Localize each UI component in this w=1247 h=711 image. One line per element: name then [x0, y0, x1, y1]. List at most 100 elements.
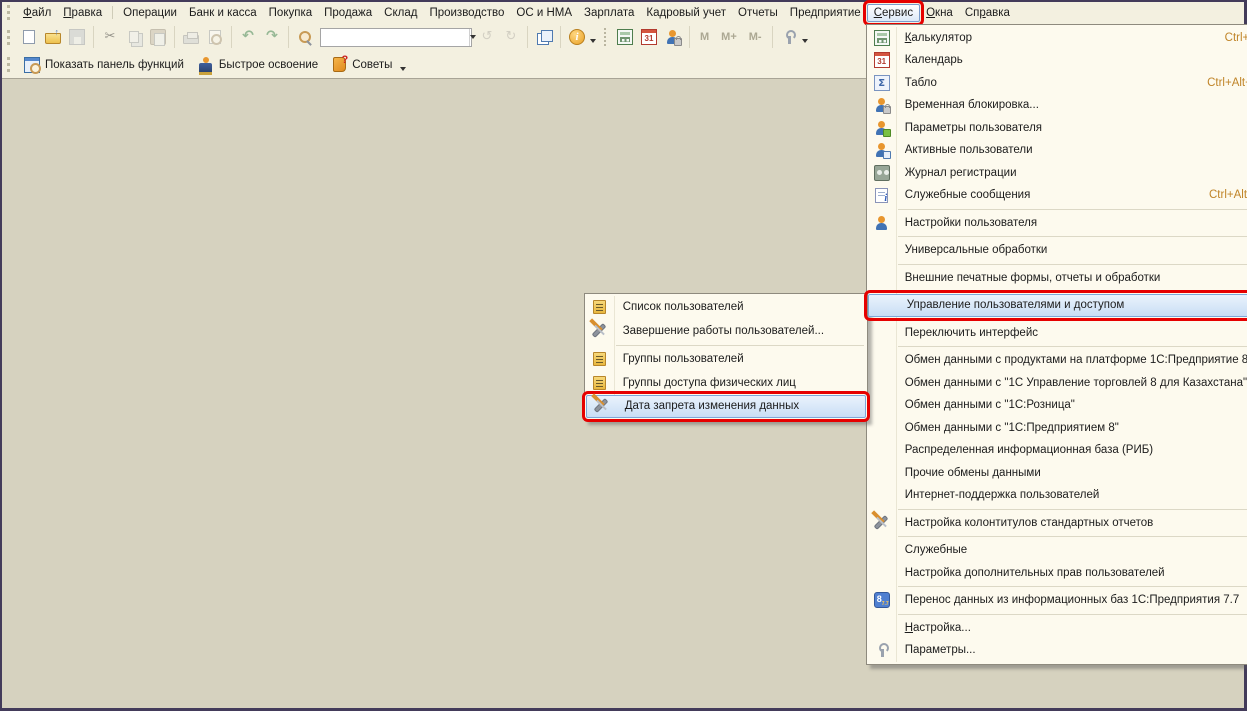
toolbar-overflow-chevron-icon[interactable] — [400, 67, 406, 71]
quick-start-button[interactable]: Быстрое освоение — [191, 55, 325, 75]
menu-item-exchange-82[interactable]: Обмен данными с продуктами на платформе … — [867, 349, 1247, 372]
memory-subtract-button[interactable]: M- — [743, 31, 768, 43]
menubar-item-file[interactable]: Файл — [17, 5, 57, 21]
nav-forward-button[interactable]: ↻ — [499, 26, 523, 48]
submenu-item-data-change-prohibition-date[interactable]: Дата запрета изменения данных — [586, 395, 866, 419]
toolbar-separator — [174, 26, 175, 48]
tools-icon — [594, 398, 610, 414]
print-preview-button[interactable] — [203, 26, 227, 48]
menu-item-service-messages[interactable]: Служебные сообщения Ctrl+Alt+O — [867, 184, 1247, 207]
calculator-icon — [617, 29, 633, 45]
menu-item-internet-support[interactable]: Интернет-поддержка пользователей — [867, 484, 1247, 507]
cut-icon: ✂ — [102, 29, 118, 45]
menu-item-customize[interactable]: Настройка... — [867, 617, 1247, 640]
toolbar-grip[interactable] — [7, 5, 12, 20]
search-combobox — [320, 28, 472, 47]
windows-list-button[interactable] — [532, 26, 556, 48]
redo-button[interactable]: ↷ — [260, 26, 284, 48]
submenu-item-user-list[interactable]: Список пользователей — [585, 296, 867, 320]
calendar-icon — [641, 29, 657, 45]
toolbar-grip[interactable] — [604, 28, 608, 46]
chevron-down-icon[interactable] — [802, 39, 808, 43]
menu-item-distributed-base[interactable]: Распределенная информационная база (РИБ) — [867, 439, 1247, 462]
menubar-item-fixed-assets[interactable]: ОС и НМА — [510, 5, 578, 21]
calendar-icon — [874, 52, 890, 68]
toolbar-grip[interactable] — [7, 30, 12, 45]
menu-item-user-parameters[interactable]: Параметры пользователя — [867, 117, 1247, 140]
memory-recall-button[interactable]: M — [694, 31, 715, 43]
print-button[interactable] — [179, 26, 203, 48]
menubar-item-purchase[interactable]: Покупка — [263, 5, 318, 21]
menu-item-universal-processors[interactable]: Универсальные обработки — [867, 239, 1247, 262]
menubar-item-edit[interactable]: Правка — [57, 5, 108, 21]
menubar-item-hr[interactable]: Кадровый учет — [640, 5, 732, 21]
submenu-item-person-access-groups[interactable]: Группы доступа физических лиц — [585, 371, 867, 395]
menu-item-temp-lock[interactable]: Временная блокировка... — [867, 94, 1247, 117]
menu-item-external-forms[interactable]: Внешние печатные формы, отчеты и обработ… — [867, 267, 1247, 290]
menu-item-user-access-management[interactable]: Управление пользователями и доступом — [868, 294, 1247, 317]
menubar-item-warehouse[interactable]: Склад — [378, 5, 423, 21]
menu-separator — [898, 509, 1247, 510]
submenu-item-user-groups[interactable]: Группы пользователей — [585, 348, 867, 372]
search-input[interactable] — [321, 30, 469, 45]
options-button[interactable] — [777, 26, 801, 48]
menu-item-other-exchanges[interactable]: Прочие обмены данными — [867, 462, 1247, 485]
menu-separator — [898, 346, 1247, 347]
chevron-down-icon[interactable] — [590, 39, 596, 43]
toolbar-separator — [527, 26, 528, 48]
nav-back-button[interactable]: ↺ — [475, 26, 499, 48]
menu-item-calendar[interactable]: Календарь — [867, 49, 1247, 72]
menubar-item-operations[interactable]: Операции — [117, 5, 183, 21]
menubar-item-help[interactable]: Справка — [959, 5, 1016, 21]
find-button[interactable] — [293, 26, 317, 48]
menubar-item-service[interactable]: Сервис Калькулятор Ctrl+F2 Календарь Т — [867, 4, 920, 22]
show-function-panel-button[interactable]: Показать панель функций — [17, 55, 191, 75]
user-lock-icon — [874, 97, 890, 113]
menubar-item-windows[interactable]: Окна — [920, 5, 959, 21]
save-button[interactable] — [65, 26, 89, 48]
menu-item-transfer-77[interactable]: Перенос данных из информационных баз 1С:… — [867, 589, 1247, 612]
menu-item-exchange-enterprise8[interactable]: Обмен данными с "1С:Предприятием 8" — [867, 417, 1247, 440]
submenu-item-terminate-sessions[interactable]: Завершение работы пользователей... — [585, 319, 867, 343]
function-panel-icon — [24, 57, 40, 73]
paste-button[interactable] — [146, 26, 170, 48]
temp-lock-button[interactable] — [661, 26, 685, 48]
menu-item-tablo[interactable]: Табло Ctrl+Alt+W — [867, 72, 1247, 95]
menu-item-registration-journal[interactable]: Журнал регистрации — [867, 162, 1247, 185]
user-monitor-icon — [874, 142, 890, 158]
new-document-button[interactable] — [17, 26, 41, 48]
menu-item-switch-interface[interactable]: Переключить интерфейс — [867, 322, 1247, 345]
catalog-icon — [593, 300, 606, 314]
menubar-item-production[interactable]: Производство — [423, 5, 510, 21]
cut-button[interactable]: ✂ — [98, 26, 122, 48]
undo-button[interactable]: ↶ — [236, 26, 260, 48]
menu-item-additional-rights[interactable]: Настройка дополнительных прав пользовате… — [867, 562, 1247, 585]
menu-separator — [898, 291, 1247, 292]
menubar-item-sales[interactable]: Продажа — [318, 5, 378, 21]
tablo-icon — [874, 75, 890, 91]
print-preview-icon — [209, 30, 221, 44]
menubar-item-bank-cash[interactable]: Банк и касса — [183, 5, 263, 21]
menu-item-user-settings[interactable]: Настройки пользователя — [867, 212, 1247, 235]
top-chrome: Файл Правка Операции Банк и касса Покупк… — [2, 2, 1244, 79]
menu-item-headers-setup[interactable]: Настройка колонтитулов стандартных отчет… — [867, 512, 1247, 535]
memory-add-button[interactable]: M+ — [715, 31, 743, 43]
toolbar-grip[interactable] — [7, 57, 12, 72]
toolbar-separator — [288, 26, 289, 48]
menubar-item-reports[interactable]: Отчеты — [732, 5, 784, 21]
menu-item-service-tools[interactable]: Служебные — [867, 539, 1247, 562]
menu-item-calculator[interactable]: Калькулятор Ctrl+F2 — [867, 27, 1247, 50]
open-button[interactable] — [41, 26, 65, 48]
info-button[interactable]: i — [565, 26, 589, 48]
calendar-button[interactable] — [637, 26, 661, 48]
menu-item-exchange-trade-kz[interactable]: Обмен данными с "1С Управление торговлей… — [867, 372, 1247, 395]
calculator-button[interactable] — [613, 26, 637, 48]
catalog-icon — [593, 352, 606, 366]
tips-button[interactable]: Советы — [325, 55, 399, 74]
copy-button[interactable] — [122, 26, 146, 48]
menu-item-active-users[interactable]: Активные пользователи — [867, 139, 1247, 162]
menubar-item-enterprise[interactable]: Предприятие — [784, 5, 867, 21]
menu-item-exchange-retail[interactable]: Обмен данными с "1С:Розница" — [867, 394, 1247, 417]
menubar-item-payroll[interactable]: Зарплата — [578, 5, 640, 21]
menu-item-options[interactable]: Параметры... — [867, 639, 1247, 662]
